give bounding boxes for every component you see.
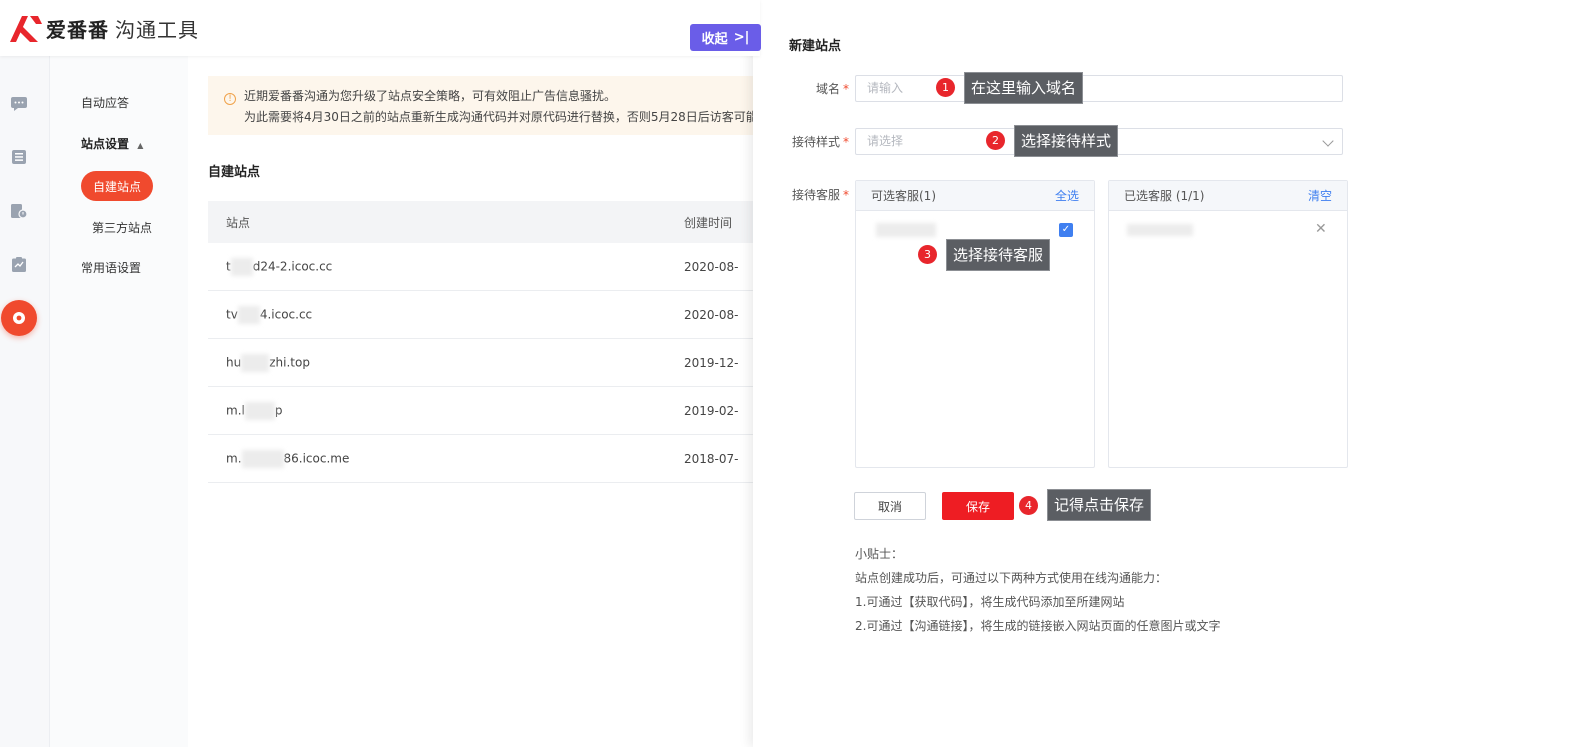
chevron-down-icon <box>1322 135 1334 147</box>
selected-agents-panel: 已选客服 (1/1) 清空 ✕ <box>1108 180 1348 468</box>
chat-icon[interactable] <box>11 97 27 111</box>
step-tooltip-1: 在这里输入域名 <box>964 72 1084 104</box>
site-domain-start: tv <box>226 307 238 321</box>
redacted-agent-name <box>1127 224 1193 236</box>
redacted-text <box>230 257 253 276</box>
created-date: 2019-02- <box>684 403 739 418</box>
redacted-text <box>237 305 260 324</box>
nav-self-built-sites[interactable]: 自建站点 <box>81 171 153 201</box>
site-domain-end: d24-2.icoc.cc <box>252 259 333 273</box>
tips-line-1: 站点创建成功后，可通过以下两种方式使用在线沟通能力： <box>855 571 1168 585</box>
site-domain-start: m. <box>226 451 242 465</box>
created-date: 2020-08- <box>684 307 739 322</box>
notice-line-2: 为此需要将4月30日之前的站点重新生成沟通代码并对原代码进行替换，否则5月28日… <box>244 110 753 124</box>
nav-site-settings[interactable]: 站点设置 ▲ <box>81 135 143 152</box>
select-all-link[interactable]: 全选 <box>1055 187 1079 204</box>
table-row[interactable]: t d24-2.icoc.cc 2020-08- <box>208 243 753 291</box>
site-domain-end: 86.icoc.me <box>283 451 350 465</box>
available-agents-header: 可选客服(1) 全选 <box>856 181 1094 211</box>
table-row[interactable]: m. 86.icoc.me 2018-07- <box>208 435 753 483</box>
step-tooltip-2: 选择接待样式 <box>1014 125 1119 157</box>
nav-common-phrases[interactable]: 常用语设置 <box>81 259 141 276</box>
info-icon: ! <box>224 93 236 105</box>
created-date: 2019-12- <box>684 355 739 370</box>
redacted-text <box>244 401 275 420</box>
app-logo[interactable]: 爱番番 沟通工具 <box>8 12 199 44</box>
document-clock-icon[interactable] <box>11 204 27 218</box>
required-mark: * <box>843 82 849 96</box>
style-label-text: 接待样式 <box>791 135 840 149</box>
step-badge-2: 2 <box>986 131 1005 150</box>
remove-icon[interactable]: ✕ <box>1315 221 1327 237</box>
site-domain-end: p <box>274 403 283 417</box>
available-agents-title: 可选客服(1) <box>871 189 936 203</box>
site-domain-start: m.l <box>226 403 245 417</box>
table-row[interactable]: hu zhi.top 2019-12- <box>208 339 753 387</box>
brand-logo-icon <box>10 16 42 42</box>
drawer-title: 新建站点 <box>789 39 842 54</box>
sites-table: 站点 创建时间 t d24-2.icoc.cc 2020-08- tv 4.icoc… <box>208 201 753 483</box>
site-icon[interactable] <box>1 300 37 336</box>
table-row[interactable]: m.l p 2019-02- <box>208 387 753 435</box>
redacted-text <box>241 353 270 372</box>
main-content: ! 近期爱番番沟通为您升级了站点安全策略，可有效阻止广告信息骚扰。 为此需要将4月… <box>188 56 753 747</box>
required-mark: * <box>843 188 849 202</box>
new-site-drawer: 新建站点 域名 * 请输入 接待样式 * 请选择 接待客服 * 可选客服(1) 全选 … <box>753 0 1576 747</box>
agent-checkbox[interactable]: ✓ <box>1059 223 1073 237</box>
domain-input[interactable]: 请输入 <box>855 75 1343 102</box>
app-header: 爱番番 沟通工具 收起 >| <box>0 0 761 56</box>
created-date: 2020-08- <box>684 259 739 274</box>
agent-label-text: 接待客服 <box>791 188 840 202</box>
tips-section: 小贴士： 站点创建成功后，可通过以下两种方式使用在线沟通能力： 1.可通过【获取… <box>855 542 1220 638</box>
redacted-agent-name <box>876 223 936 237</box>
tips-line-2: 1.可通过【获取代码】，将生成代码添加至所建网站 <box>855 595 1125 609</box>
step-badge-1: 1 <box>936 78 955 97</box>
notice-line-1: 近期爱番番沟通为您升级了站点安全策略，可有效阻止广告信息骚扰。 <box>244 89 617 103</box>
required-mark: * <box>843 135 849 149</box>
cancel-button[interactable]: 取消 <box>854 492 926 520</box>
created-date: 2018-07- <box>684 451 739 466</box>
step-tooltip-3: 选择接待客服 <box>946 239 1051 271</box>
clear-link[interactable]: 清空 <box>1308 187 1332 204</box>
section-title: 自建站点 <box>208 165 261 180</box>
style-label: 接待样式 * <box>753 133 849 150</box>
sub-navigation: 自动应答 站点设置 ▲ 自建站点 第三方站点 常用语设置 <box>50 56 188 747</box>
site-domain-start: hu <box>226 355 242 369</box>
caret-up-icon: ▲ <box>137 141 144 150</box>
step-tooltip-4: 记得点击保存 <box>1047 489 1152 521</box>
collapse-arrow-icon: >| <box>733 30 750 45</box>
product-name: 沟通工具 <box>115 17 199 42</box>
step-badge-4: 4 <box>1019 496 1038 515</box>
brand-name: 爱番番 <box>46 17 109 42</box>
available-agents-panel: 可选客服(1) 全选 ✓ <box>855 180 1095 468</box>
security-notice: ! 近期爱番番沟通为您升级了站点安全策略，可有效阻止广告信息骚扰。 为此需要将4月… <box>208 76 753 135</box>
nav-auto-reply[interactable]: 自动应答 <box>81 94 129 111</box>
site-domain-end: 4.icoc.cc <box>259 307 313 321</box>
column-site: 站点 <box>226 215 251 230</box>
selected-agents-title: 已选客服 (1/1) <box>1124 189 1205 203</box>
collapse-label: 收起 <box>701 32 728 47</box>
domain-label: 域名 * <box>753 80 849 97</box>
domain-label-text: 域名 <box>815 82 840 96</box>
table-row[interactable]: tv 4.icoc.cc 2020-08- <box>208 291 753 339</box>
tips-title: 小贴士： <box>855 547 904 561</box>
step-badge-3: 3 <box>918 245 937 264</box>
nav-site-settings-label: 站点设置 <box>81 137 130 151</box>
table-header: 站点 创建时间 <box>208 201 753 243</box>
style-select-placeholder: 请选择 <box>867 134 904 148</box>
list-icon[interactable] <box>11 150 27 164</box>
column-created: 创建时间 <box>684 215 733 230</box>
collapse-button[interactable]: 收起 >| <box>690 24 761 51</box>
icon-rail <box>0 56 50 747</box>
clipboard-icon[interactable] <box>11 256 27 272</box>
redacted-text <box>241 449 284 468</box>
tips-line-3: 2.可通过【沟通链接】，将生成的链接嵌入网站页面的任意图片或文字 <box>855 619 1221 633</box>
site-domain-end: zhi.top <box>269 355 310 369</box>
agent-label: 接待客服 * <box>753 186 849 203</box>
save-button[interactable]: 保存 <box>942 492 1014 520</box>
selected-agents-header: 已选客服 (1/1) 清空 <box>1109 181 1347 211</box>
nav-third-party-sites[interactable]: 第三方站点 <box>92 219 152 236</box>
